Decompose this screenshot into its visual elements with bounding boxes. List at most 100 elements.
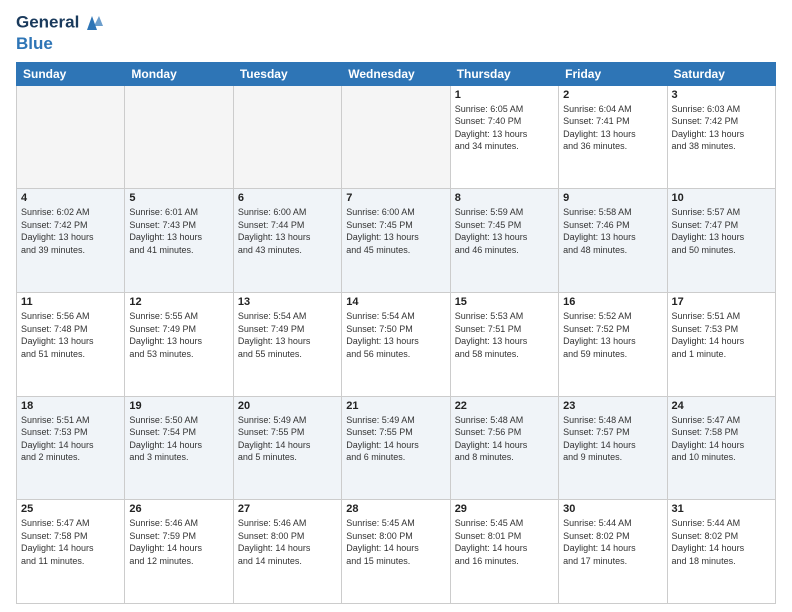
day-info: Sunrise: 6:05 AM Sunset: 7:40 PM Dayligh… [455,103,554,153]
weekday-header-friday: Friday [559,62,667,85]
day-cell: 31Sunrise: 5:44 AM Sunset: 8:02 PM Dayli… [667,500,775,604]
weekday-header-wednesday: Wednesday [342,62,450,85]
day-info: Sunrise: 5:46 AM Sunset: 8:00 PM Dayligh… [238,517,337,567]
day-cell: 23Sunrise: 5:48 AM Sunset: 7:57 PM Dayli… [559,396,667,500]
day-cell: 19 Sunrise: 5:50 AM Sunset: 7:54 PM Dayli… [125,396,233,500]
week-row-1: 1 Sunrise: 6:05 AM Sunset: 7:40 PM Daylig… [17,85,776,189]
day-cell: 25 Sunrise: 5:47 AM Sunset: 7:58 PM Dayli… [17,500,125,604]
day-number: 30 [563,503,662,515]
day-cell: 1 Sunrise: 6:05 AM Sunset: 7:40 PM Daylig… [450,85,558,189]
day-cell [125,85,233,189]
day-info: Sunrise: 6:01 AM Sunset: 7:43 PM Dayligh… [129,206,228,256]
day-cell: 11 Sunrise: 5:56 AM Sunset: 7:48 PM Dayli… [17,292,125,396]
day-cell: 21Sunrise: 5:49 AM Sunset: 7:55 PM Dayli… [342,396,450,500]
day-cell: 6Sunrise: 6:00 AM Sunset: 7:44 PM Daylig… [233,189,341,293]
weekday-header-sunday: Sunday [17,62,125,85]
weekday-header-tuesday: Tuesday [233,62,341,85]
day-cell: 27 Sunrise: 5:46 AM Sunset: 8:00 PM Dayli… [233,500,341,604]
day-number: 25 [21,503,120,515]
day-info: Sunrise: 5:49 AM Sunset: 7:55 PM Dayligh… [238,414,337,464]
logo-text: General [16,12,103,34]
day-number: 27 [238,503,337,515]
day-number: 13 [238,296,337,308]
day-number: 5 [129,192,228,204]
day-cell [233,85,341,189]
day-info: Sunrise: 5:56 AM Sunset: 7:48 PM Dayligh… [21,310,120,360]
day-number: 2 [563,89,662,101]
day-cell: 28 Sunrise: 5:45 AM Sunset: 8:00 PM Dayli… [342,500,450,604]
weekday-header-monday: Monday [125,62,233,85]
day-number: 7 [346,192,445,204]
logo-blue: Blue [16,34,103,54]
week-row-3: 11 Sunrise: 5:56 AM Sunset: 7:48 PM Dayli… [17,292,776,396]
day-cell: 29Sunrise: 5:45 AM Sunset: 8:01 PM Dayli… [450,500,558,604]
day-info: Sunrise: 6:02 AM Sunset: 7:42 PM Dayligh… [21,206,120,256]
weekday-header-saturday: Saturday [667,62,775,85]
calendar: SundayMondayTuesdayWednesdayThursdayFrid… [16,62,776,604]
day-info: Sunrise: 6:04 AM Sunset: 7:41 PM Dayligh… [563,103,662,153]
day-info: Sunrise: 5:54 AM Sunset: 7:49 PM Dayligh… [238,310,337,360]
day-info: Sunrise: 5:49 AM Sunset: 7:55 PM Dayligh… [346,414,445,464]
day-number: 12 [129,296,228,308]
day-number: 11 [21,296,120,308]
day-number: 1 [455,89,554,101]
day-number: 16 [563,296,662,308]
day-cell: 17 Sunrise: 5:51 AM Sunset: 7:53 PM Dayli… [667,292,775,396]
day-cell: 16 Sunrise: 5:52 AM Sunset: 7:52 PM Dayli… [559,292,667,396]
logo: General Blue [16,12,103,54]
day-info: Sunrise: 5:44 AM Sunset: 8:02 PM Dayligh… [563,517,662,567]
day-info: Sunrise: 5:51 AM Sunset: 7:53 PM Dayligh… [21,414,120,464]
day-cell: 14 Sunrise: 5:54 AM Sunset: 7:50 PM Dayli… [342,292,450,396]
week-row-2: 4 Sunrise: 6:02 AM Sunset: 7:42 PM Daylig… [17,189,776,293]
day-cell: 20 Sunrise: 5:49 AM Sunset: 7:55 PM Dayli… [233,396,341,500]
day-cell: 26Sunrise: 5:46 AM Sunset: 7:59 PM Dayli… [125,500,233,604]
week-row-4: 18 Sunrise: 5:51 AM Sunset: 7:53 PM Dayli… [17,396,776,500]
day-info: Sunrise: 5:59 AM Sunset: 7:45 PM Dayligh… [455,206,554,256]
day-info: Sunrise: 5:47 AM Sunset: 7:58 PM Dayligh… [672,414,771,464]
day-cell: 22Sunrise: 5:48 AM Sunset: 7:56 PM Dayli… [450,396,558,500]
logo-icon [81,12,103,34]
day-number: 6 [238,192,337,204]
day-number: 20 [238,400,337,412]
day-info: Sunrise: 5:45 AM Sunset: 8:01 PM Dayligh… [455,517,554,567]
day-number: 10 [672,192,771,204]
day-cell: 4 Sunrise: 6:02 AM Sunset: 7:42 PM Daylig… [17,189,125,293]
day-info: Sunrise: 5:54 AM Sunset: 7:50 PM Dayligh… [346,310,445,360]
day-cell: 2 Sunrise: 6:04 AM Sunset: 7:41 PM Daylig… [559,85,667,189]
day-cell: 10Sunrise: 5:57 AM Sunset: 7:47 PM Dayli… [667,189,775,293]
weekday-header-thursday: Thursday [450,62,558,85]
day-cell: 15 Sunrise: 5:53 AM Sunset: 7:51 PM Dayli… [450,292,558,396]
day-info: Sunrise: 5:52 AM Sunset: 7:52 PM Dayligh… [563,310,662,360]
day-cell: 9 Sunrise: 5:58 AM Sunset: 7:46 PM Daylig… [559,189,667,293]
day-cell: 3 Sunrise: 6:03 AM Sunset: 7:42 PM Daylig… [667,85,775,189]
day-info: Sunrise: 5:58 AM Sunset: 7:46 PM Dayligh… [563,206,662,256]
day-info: Sunrise: 5:47 AM Sunset: 7:58 PM Dayligh… [21,517,120,567]
day-info: Sunrise: 5:50 AM Sunset: 7:54 PM Dayligh… [129,414,228,464]
day-number: 31 [672,503,771,515]
day-number: 17 [672,296,771,308]
day-number: 28 [346,503,445,515]
weekday-header-row: SundayMondayTuesdayWednesdayThursdayFrid… [17,62,776,85]
day-cell: 7 Sunrise: 6:00 AM Sunset: 7:45 PM Daylig… [342,189,450,293]
day-info: Sunrise: 5:46 AM Sunset: 7:59 PM Dayligh… [129,517,228,567]
day-number: 14 [346,296,445,308]
day-info: Sunrise: 6:03 AM Sunset: 7:42 PM Dayligh… [672,103,771,153]
day-number: 4 [21,192,120,204]
page: General Blue SundayMondayTuesdayWednesda… [0,0,792,612]
day-info: Sunrise: 5:55 AM Sunset: 7:49 PM Dayligh… [129,310,228,360]
day-info: Sunrise: 5:48 AM Sunset: 7:56 PM Dayligh… [455,414,554,464]
day-info: Sunrise: 5:51 AM Sunset: 7:53 PM Dayligh… [672,310,771,360]
day-number: 19 [129,400,228,412]
day-cell: 24Sunrise: 5:47 AM Sunset: 7:58 PM Dayli… [667,396,775,500]
day-info: Sunrise: 5:53 AM Sunset: 7:51 PM Dayligh… [455,310,554,360]
day-info: Sunrise: 6:00 AM Sunset: 7:45 PM Dayligh… [346,206,445,256]
day-info: Sunrise: 5:45 AM Sunset: 8:00 PM Dayligh… [346,517,445,567]
day-number: 9 [563,192,662,204]
day-number: 3 [672,89,771,101]
day-info: Sunrise: 5:48 AM Sunset: 7:57 PM Dayligh… [563,414,662,464]
day-cell: 5 Sunrise: 6:01 AM Sunset: 7:43 PM Daylig… [125,189,233,293]
day-cell: 12 Sunrise: 5:55 AM Sunset: 7:49 PM Dayli… [125,292,233,396]
day-number: 15 [455,296,554,308]
day-cell: 30 Sunrise: 5:44 AM Sunset: 8:02 PM Dayli… [559,500,667,604]
day-number: 18 [21,400,120,412]
